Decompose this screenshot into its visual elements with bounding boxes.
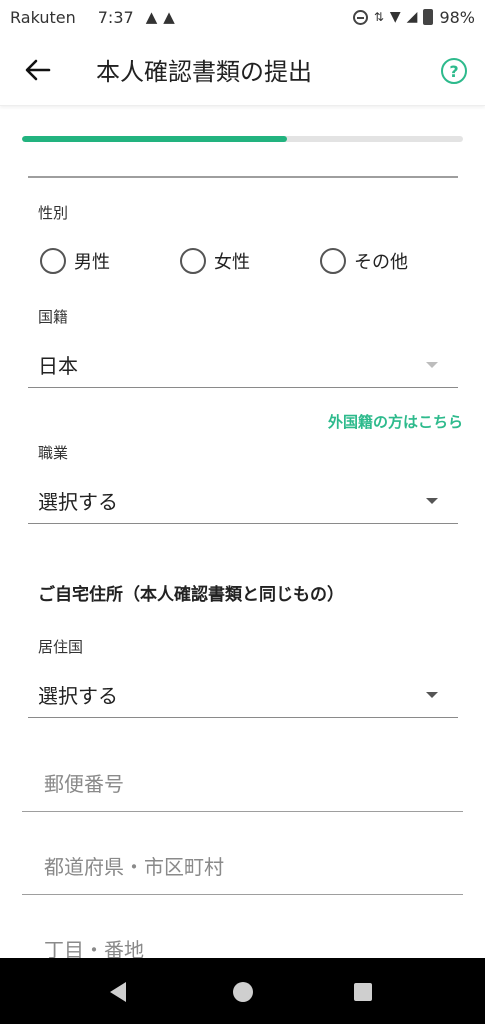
nav-home-icon[interactable]	[233, 982, 253, 1002]
nationality-value: 日本	[38, 354, 78, 378]
prefecture-city-field[interactable]	[22, 839, 463, 895]
battery-icon	[423, 9, 434, 25]
question-mark-icon: ?	[449, 61, 459, 81]
divider	[28, 176, 458, 178]
app-bar: 本人確認書類の提出 ?	[0, 34, 485, 106]
status-time: 7:37	[97, 7, 134, 27]
country-of-residence-value: 選択する	[38, 684, 118, 708]
gender-label: 性別	[38, 204, 69, 222]
gender-option-label: 女性	[214, 252, 250, 273]
gender-option-other[interactable]: その他	[320, 248, 408, 274]
warning-icon: ▲	[145, 8, 158, 26]
radio-unchecked-icon[interactable]	[40, 248, 66, 274]
progress-fill	[22, 136, 287, 142]
country-of-residence-label: 居住国	[38, 638, 84, 656]
dropdown-arrow-icon	[426, 362, 438, 368]
gender-radio-group: 男性 女性 その他	[40, 248, 460, 278]
carrier-name: Rakuten	[10, 7, 76, 27]
wifi-icon: ▼	[389, 9, 401, 25]
prefecture-city-input[interactable]	[22, 839, 463, 894]
foreign-nationality-link[interactable]: 外国籍の方はこちら	[328, 411, 463, 432]
gender-option-male[interactable]: 男性	[40, 248, 110, 274]
country-of-residence-select[interactable]: 選択する	[28, 674, 458, 718]
data-arrows-icon: ⇅	[373, 10, 384, 24]
nav-back-icon[interactable]	[110, 982, 126, 1002]
dropdown-arrow-icon	[426, 498, 438, 504]
system-nav-bar	[0, 958, 485, 1024]
occupation-label: 職業	[38, 444, 69, 462]
progress-bar	[22, 136, 463, 142]
do-not-disturb-icon	[352, 9, 368, 25]
occupation-value: 選択する	[38, 490, 118, 514]
page-title: 本人確認書類の提出	[96, 58, 312, 86]
status-icons: ⇅ ▼ ◢ 98%	[352, 0, 475, 34]
postal-code-field[interactable]	[22, 756, 463, 812]
battery-percent: 98%	[439, 7, 475, 27]
occupation-select[interactable]: 選択する	[28, 480, 458, 524]
help-button[interactable]: ?	[441, 58, 467, 84]
radio-unchecked-icon[interactable]	[180, 248, 206, 274]
back-button[interactable]	[14, 46, 62, 94]
signal-icon: ◢	[406, 9, 418, 25]
gender-option-label: 男性	[74, 252, 110, 273]
postal-code-input[interactable]	[22, 756, 463, 811]
dropdown-arrow-icon	[426, 692, 438, 698]
nationality-select[interactable]: 日本	[28, 344, 458, 388]
arrow-left-icon	[25, 59, 51, 80]
warning-icon: ▲	[163, 8, 175, 26]
nav-recents-icon[interactable]	[354, 983, 372, 1001]
gender-option-female[interactable]: 女性	[180, 248, 250, 274]
gender-option-label: その他	[354, 252, 408, 273]
address-section-title: ご自宅住所（本人確認書類と同じもの）	[38, 585, 344, 605]
status-bar: Rakuten 7:37 ▲ ▲ ⇅ ▼ ◢ 98%	[0, 0, 485, 34]
nationality-label: 国籍	[38, 308, 69, 326]
radio-unchecked-icon[interactable]	[320, 248, 346, 274]
